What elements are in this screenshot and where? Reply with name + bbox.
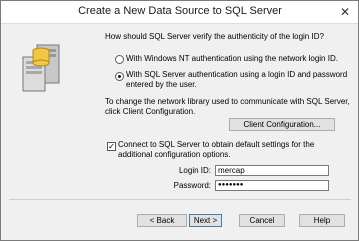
login-id-input[interactable]: mercap xyxy=(215,165,329,176)
cancel-button[interactable]: Cancel xyxy=(239,214,285,227)
close-icon[interactable]: ✕ xyxy=(336,4,354,19)
data-source-illustration-icon xyxy=(22,44,60,92)
connect-option-label-line1: Connect to SQL Server to obtain default … xyxy=(118,140,315,149)
login-id-label: Login ID: xyxy=(178,166,211,175)
password-label: Password: xyxy=(173,181,211,190)
sql-auth-label-line1: With SQL Server authentication using a l… xyxy=(126,70,348,79)
sql-auth-radio[interactable] xyxy=(115,72,124,81)
title-bar: Create a New Data Source to SQL Server ✕ xyxy=(1,1,358,24)
network-library-text-line1: To change the network library used to co… xyxy=(105,97,350,106)
sql-auth-label-line2: entered by the user. xyxy=(126,80,197,89)
connect-to-sql-checkbox[interactable]: ✓ xyxy=(107,142,116,151)
dialog-body: How should SQL Server verify the authent… xyxy=(1,24,358,240)
authentication-question: How should SQL Server verify the authent… xyxy=(105,32,324,41)
client-configuration-button[interactable]: Client Configuration... xyxy=(229,118,335,131)
next-button[interactable]: Next > xyxy=(189,214,222,227)
back-button[interactable]: < Back xyxy=(137,214,187,227)
divider xyxy=(9,199,351,200)
help-button[interactable]: Help xyxy=(299,214,345,227)
windows-auth-label: With Windows NT authentication using the… xyxy=(126,54,338,63)
password-input[interactable]: ●●●●●●● xyxy=(215,180,329,191)
connect-option-label-line2: additional configuration options. xyxy=(118,150,231,159)
window-title: Create a New Data Source to SQL Server xyxy=(78,5,282,17)
network-library-text-line2: click Client Configuration. xyxy=(105,107,196,116)
windows-auth-radio[interactable] xyxy=(115,55,124,64)
dialog-window: Create a New Data Source to SQL Server ✕… xyxy=(0,0,359,241)
